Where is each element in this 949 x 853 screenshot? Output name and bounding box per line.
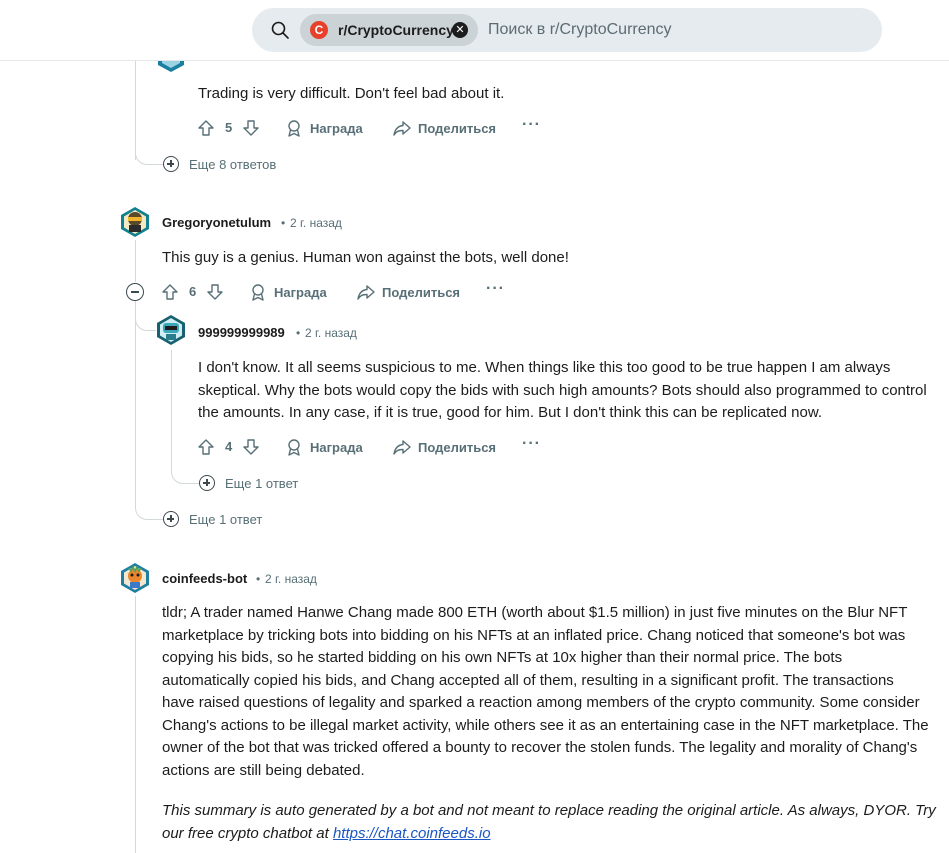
comment-text: This guy is a genius. Human won against … — [162, 249, 569, 266]
bot-disclaimer-text: This summary is auto generated by a bot … — [162, 802, 936, 842]
thread-connector — [171, 462, 200, 484]
chatbot-link[interactable]: https://chat.coinfeeds.io — [333, 825, 491, 842]
upvote-icon — [162, 284, 178, 300]
downvote-button[interactable] — [205, 278, 225, 306]
downvote-button[interactable] — [241, 433, 261, 461]
award-icon — [288, 120, 300, 137]
share-label: Поделиться — [418, 439, 497, 455]
downvote-icon — [207, 284, 223, 300]
upvote-icon — [198, 120, 214, 136]
share-button[interactable]: Поделиться — [392, 433, 496, 461]
comment-separator: • — [281, 216, 286, 230]
award-label: Награда — [310, 120, 363, 136]
community-logo-icon: C — [310, 21, 328, 39]
upvote-icon — [198, 439, 214, 455]
thread-connector — [135, 145, 164, 165]
comment-timestamp[interactable]: 2 г. назад — [305, 326, 357, 340]
bot-disclaimer: This summary is auto generated by a bot … — [162, 800, 942, 845]
upvote-button[interactable] — [160, 278, 180, 306]
comment-timestamp[interactable]: 2 г. назад — [265, 572, 317, 586]
upvote-button[interactable] — [196, 433, 216, 461]
share-icon — [393, 121, 411, 136]
downvote-icon — [243, 120, 259, 136]
upvote-button[interactable] — [196, 114, 216, 142]
comment-actions: 4 Награда Поделиться ··· — [196, 433, 556, 461]
comment-actions: 5 Награда Поделиться ··· — [196, 114, 556, 142]
comment-author[interactable]: 999999999989 — [198, 325, 285, 340]
award-button[interactable]: Награда — [284, 433, 363, 461]
comment-timestamp[interactable]: 2 г. назад — [290, 216, 342, 230]
thread-connector — [135, 300, 156, 331]
thread-line — [135, 300, 136, 500]
plus-circle-icon — [163, 511, 179, 527]
award-label: Награда — [274, 284, 327, 300]
share-button[interactable]: Поделиться — [356, 278, 460, 306]
user-avatar[interactable] — [119, 562, 151, 594]
search-input[interactable] — [488, 20, 868, 40]
downvote-icon — [243, 439, 259, 455]
search-icon[interactable] — [270, 20, 290, 40]
more-replies-label: Еще 8 ответов — [189, 156, 277, 172]
share-label: Поделиться — [382, 284, 461, 300]
award-button[interactable]: Награда — [284, 114, 363, 142]
search-bar[interactable]: C r/CryptoCurrency ✕ — [252, 8, 882, 52]
comment-actions: 6 Награда Поделиться ··· — [160, 278, 520, 306]
vote-count: 4 — [225, 439, 233, 454]
comment-separator: • — [256, 572, 261, 586]
more-replies-button[interactable]: Еще 1 ответ — [163, 509, 262, 529]
plus-circle-icon — [199, 475, 215, 491]
award-icon — [252, 284, 264, 301]
thread-connector — [135, 500, 164, 520]
comment-text: tldr; A trader named Hanwe Chang made 80… — [162, 604, 929, 779]
more-options-button[interactable]: ··· — [522, 433, 541, 461]
more-replies-label: Еще 1 ответ — [189, 511, 263, 527]
thread-line — [135, 596, 136, 853]
share-label: Поделиться — [418, 120, 497, 136]
more-replies-button[interactable]: Еще 8 ответов — [163, 154, 276, 174]
vote-count: 6 — [189, 284, 197, 299]
user-avatar[interactable] — [119, 206, 151, 238]
comment-separator: • — [296, 326, 301, 340]
comment-text: I don't know. It all seems suspicious to… — [198, 359, 927, 421]
vote-count: 5 — [225, 120, 233, 135]
award-button[interactable]: Награда — [248, 278, 327, 306]
downvote-button[interactable] — [241, 114, 261, 142]
comment-text: Trading is very difficult. Don't feel ba… — [198, 85, 505, 102]
award-label: Награда — [310, 439, 363, 455]
more-options-button[interactable]: ··· — [522, 114, 541, 142]
user-avatar[interactable] — [155, 314, 187, 346]
comment-author[interactable]: Gregoryonetulum — [162, 215, 271, 230]
share-icon — [357, 285, 375, 300]
thread-line — [135, 240, 136, 282]
plus-circle-icon — [163, 156, 179, 172]
award-icon — [288, 439, 300, 456]
community-chip: C r/CryptoCurrency ✕ — [300, 14, 478, 46]
share-button[interactable]: Поделиться — [392, 114, 496, 142]
community-chip-label: r/CryptoCurrency — [338, 22, 454, 38]
collapse-thread-button[interactable] — [126, 283, 144, 301]
close-icon[interactable]: ✕ — [452, 22, 468, 38]
top-header: C r/CryptoCurrency ✕ — [0, 0, 949, 61]
comment-author[interactable]: coinfeeds-bot — [162, 571, 247, 586]
thread-line — [171, 350, 172, 468]
share-icon — [393, 440, 411, 455]
more-replies-label: Еще 1 ответ — [225, 475, 299, 491]
more-options-button[interactable]: ··· — [486, 278, 505, 306]
more-replies-button[interactable]: Еще 1 ответ — [199, 473, 298, 493]
